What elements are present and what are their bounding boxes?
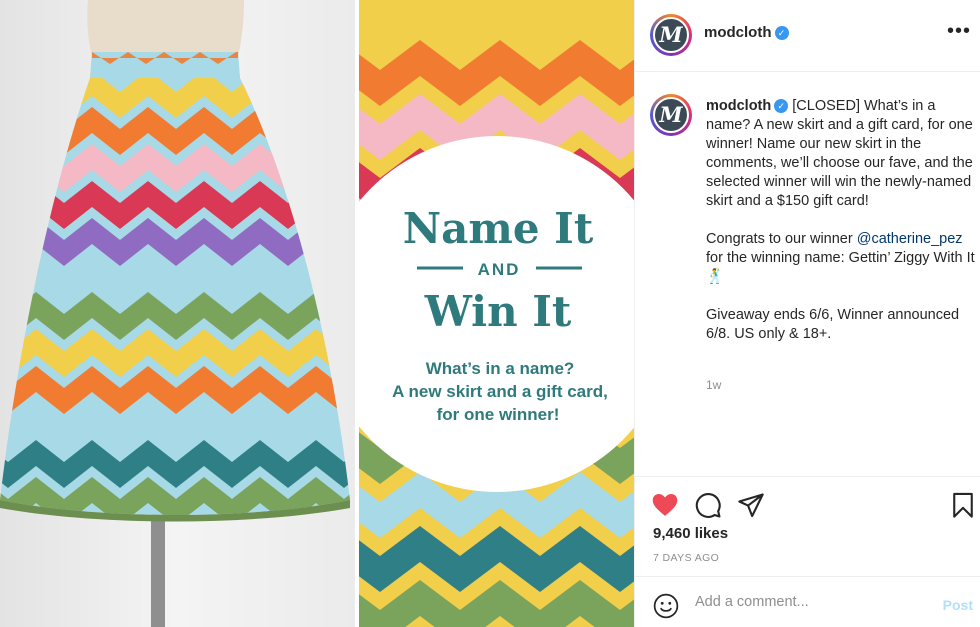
- share-icon[interactable]: [737, 491, 765, 519]
- post-image: Name It AND Win It What’s in a name? A n…: [0, 0, 634, 627]
- caption-paragraph-1: modcloth ✓ [CLOSED] What’s in a name? A n…: [706, 97, 976, 211]
- username-text: modcloth: [704, 24, 772, 41]
- post-header: M modcloth ✓ •••: [635, 0, 980, 72]
- post-date: 7 DAYS AGO: [653, 552, 720, 564]
- promo-and: AND: [478, 260, 521, 279]
- username-link[interactable]: modcloth ✓: [704, 24, 789, 41]
- post-side-panel: M modcloth ✓ ••• M modcloth ✓ [CLOSED] Wha…: [634, 0, 980, 627]
- promo-subtitle-2: A new skirt and a gift card,: [392, 382, 608, 401]
- mannequin-stand: [151, 505, 165, 627]
- avatar-letter: M: [653, 17, 689, 53]
- comment-bar: Post: [635, 576, 980, 627]
- post-actions: 9,460 likes 7 DAYS AGO: [635, 476, 980, 576]
- heart-icon[interactable]: [651, 491, 679, 519]
- caption-paragraph-2: Congrats to our winner @catherine_pez fo…: [706, 230, 976, 287]
- promo-subtitle-1: What’s in a name?: [426, 359, 575, 378]
- caption-paragraph-3: Giveaway ends 6/6, Winner announced 6/8.…: [706, 306, 976, 344]
- promo-title-line2: Win It: [424, 287, 572, 336]
- post-button[interactable]: Post: [943, 597, 973, 613]
- post-caption: modcloth ✓ [CLOSED] What’s in a name? A n…: [706, 97, 976, 363]
- emoji-icon[interactable]: [653, 593, 679, 624]
- caption-text-3: Giveaway ends 6/6, Winner announced 6/8.…: [706, 307, 960, 342]
- promo-subtitle-3: for one winner!: [437, 405, 560, 424]
- promo-graphic: Name It AND Win It What’s in a name? A n…: [359, 0, 634, 627]
- avatar[interactable]: M: [650, 14, 692, 56]
- caption-verified-icon: ✓: [774, 99, 789, 113]
- verified-icon: ✓: [774, 26, 789, 40]
- caption-text-1: [CLOSED] What’s in a name? A new skirt a…: [706, 98, 973, 209]
- time-ago[interactable]: 1w: [706, 378, 721, 392]
- caption-username[interactable]: modcloth: [706, 98, 771, 114]
- more-icon[interactable]: •••: [947, 20, 971, 43]
- comment-input[interactable]: [695, 590, 925, 614]
- bookmark-icon[interactable]: [949, 491, 977, 519]
- mention-link[interactable]: @catherine_pez: [857, 231, 963, 247]
- mannequin-torso: [87, 0, 244, 56]
- caption-avatar[interactable]: M: [650, 94, 692, 136]
- caption-text-2b: for the winning name: Gettin’ Ziggy With…: [706, 250, 975, 285]
- post-media[interactable]: Name It AND Win It What’s in a name? A n…: [0, 0, 634, 627]
- caption-text-2a: Congrats to our winner: [706, 231, 857, 247]
- promo-title-line1: Name It: [403, 204, 594, 253]
- caption-avatar-letter: M: [653, 97, 689, 133]
- likes-count[interactable]: 9,460 likes: [653, 525, 728, 542]
- comment-icon[interactable]: [694, 491, 722, 519]
